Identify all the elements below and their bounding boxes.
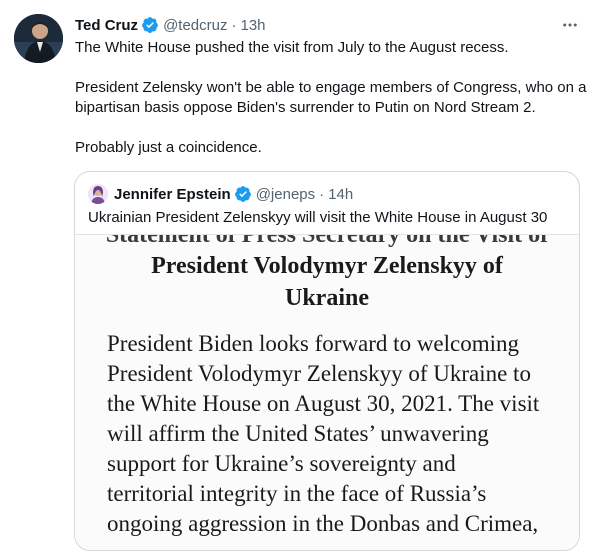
image-body-line: territorial integrity in the face of Rus… bbox=[107, 481, 487, 506]
quoted-timestamp[interactable]: 14h bbox=[328, 186, 353, 203]
image-body-line: support for Ukraine’s sovereignty and bbox=[107, 451, 456, 476]
quoted-text: Ukrainian President Zelenskyy will visit… bbox=[88, 209, 548, 226]
verified-badge-icon bbox=[141, 16, 159, 34]
quoted-header: Jennifer Epstein @jeneps · 14h bbox=[88, 184, 353, 204]
avatar-image bbox=[14, 14, 63, 63]
image-body-text: President Biden looks forward to welcomi… bbox=[107, 329, 577, 539]
tweet-paragraph: President Zelensky won't be able to enga… bbox=[75, 79, 587, 116]
tweet-text: The White House pushed the visit from Ju… bbox=[75, 38, 590, 178]
image-body-line: the White House on August 30, 2021. The … bbox=[107, 391, 540, 416]
tweet-header: Ted Cruz @tedcruz · 13h bbox=[75, 14, 266, 36]
image-cut-heading: Statement of Press Secretary on the Visi… bbox=[105, 234, 549, 248]
verified-badge-icon bbox=[234, 185, 252, 203]
quoted-tweet[interactable]: Jennifer Epstein @jeneps · 14h Ukrainian… bbox=[74, 171, 580, 551]
timestamp[interactable]: 13h bbox=[240, 17, 265, 34]
image-body-line: President Biden looks forward to welcomi… bbox=[107, 331, 520, 356]
image-heading: President Volodymyr Zelenskyy of Ukraine bbox=[75, 250, 579, 314]
tweet-paragraph: Probably just a coincidence. bbox=[75, 139, 262, 156]
avatar[interactable] bbox=[14, 14, 63, 63]
more-options-icon[interactable] bbox=[560, 15, 580, 35]
quoted-author-name[interactable]: Jennifer Epstein bbox=[114, 186, 231, 203]
quoted-image[interactable]: Statement of Press Secretary on the Visi… bbox=[75, 234, 579, 550]
author-name[interactable]: Ted Cruz bbox=[75, 17, 138, 34]
tweet: Ted Cruz @tedcruz · 13h The White House … bbox=[0, 0, 595, 551]
image-heading-line: President Volodymyr Zelenskyy of bbox=[151, 253, 503, 279]
image-body-line: President Volodymyr Zelenskyy of Ukraine… bbox=[107, 361, 531, 386]
separator-dot: · bbox=[231, 16, 237, 34]
separator-dot: · bbox=[319, 185, 325, 203]
tweet-paragraph: The White House pushed the visit from Ju… bbox=[75, 39, 509, 56]
quoted-avatar[interactable] bbox=[88, 184, 108, 204]
image-heading-line: Ukraine bbox=[285, 285, 369, 311]
image-body-line: will affirm the United States’ unwaverin… bbox=[107, 421, 489, 446]
image-body-line: ongoing aggression in the Donbas and Cri… bbox=[107, 511, 539, 536]
author-handle[interactable]: @tedcruz bbox=[163, 17, 227, 34]
quoted-author-handle[interactable]: @jeneps bbox=[256, 186, 315, 203]
